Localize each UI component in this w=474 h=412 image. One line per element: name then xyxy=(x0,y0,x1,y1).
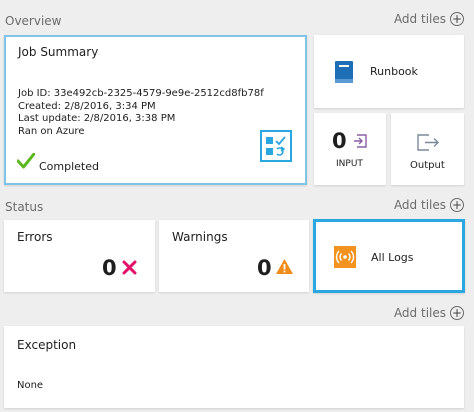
add-tiles-label: Add tiles xyxy=(393,198,446,212)
status-section-label: Status xyxy=(5,200,44,214)
last-update-text: Last update: 2/8/2016, 3:38 PM xyxy=(18,113,176,124)
all-logs-tile[interactable]: All Logs xyxy=(313,219,465,293)
input-count: 0 xyxy=(332,129,347,153)
warnings-count: 0 xyxy=(257,256,272,280)
output-arrow-icon xyxy=(417,134,439,151)
plus-circle-icon: + xyxy=(450,198,464,212)
created-text: Created: 2/8/2016, 3:34 PM xyxy=(18,100,156,112)
input-arrow-icon xyxy=(354,134,367,148)
book-icon xyxy=(335,61,353,83)
plus-circle-icon: + xyxy=(450,12,464,26)
overview-add-tiles-button[interactable]: Add tiles + xyxy=(394,12,464,26)
warnings-tile[interactable]: Warnings 0 xyxy=(159,220,309,292)
plus-circle-icon: + xyxy=(450,306,464,320)
output-label: Output xyxy=(410,160,445,171)
overview-section-label: Overview xyxy=(5,14,62,28)
status-add-tiles-button[interactable]: Add tiles + xyxy=(394,198,464,212)
runbook-tile[interactable]: Runbook xyxy=(314,35,464,108)
job-summary-title: Job Summary xyxy=(18,45,99,59)
errors-title: Errors xyxy=(17,230,53,244)
status-completed-text: Completed xyxy=(39,160,99,173)
check-icon xyxy=(17,153,35,169)
exception-add-tiles-button[interactable]: Add tiles + xyxy=(394,306,464,320)
job-summary-tile[interactable]: Job Summary Job ID: 33e492cb-2325-4579-9… xyxy=(4,35,307,185)
runbook-label: Runbook xyxy=(370,65,418,78)
job-details: Job ID: 33e492cb-2325-4579-9e9e-2512cd8f… xyxy=(18,88,264,138)
exception-title: Exception xyxy=(17,338,77,352)
warnings-title: Warnings xyxy=(172,230,228,244)
all-logs-label: All Logs xyxy=(371,251,414,264)
input-tile[interactable]: 0 INPUT xyxy=(314,113,386,185)
job-id-text: Job ID: 33e492cb-2325-4579-9e9e-2512cd8f… xyxy=(18,88,264,99)
input-label: INPUT xyxy=(336,159,363,169)
output-tile[interactable]: Output xyxy=(391,113,464,185)
exception-tile[interactable]: Exception None xyxy=(4,326,464,408)
x-icon xyxy=(122,260,137,275)
warning-triangle-icon xyxy=(276,259,293,274)
errors-tile[interactable]: Errors 0 xyxy=(4,220,155,292)
logs-signal-icon xyxy=(334,246,356,268)
ran-on-text: Ran on Azure xyxy=(18,125,85,137)
exception-value: None xyxy=(17,380,44,391)
checklist-icon xyxy=(260,130,292,162)
add-tiles-label: Add tiles xyxy=(393,12,446,26)
errors-count: 0 xyxy=(102,256,117,280)
add-tiles-label: Add tiles xyxy=(393,306,446,320)
